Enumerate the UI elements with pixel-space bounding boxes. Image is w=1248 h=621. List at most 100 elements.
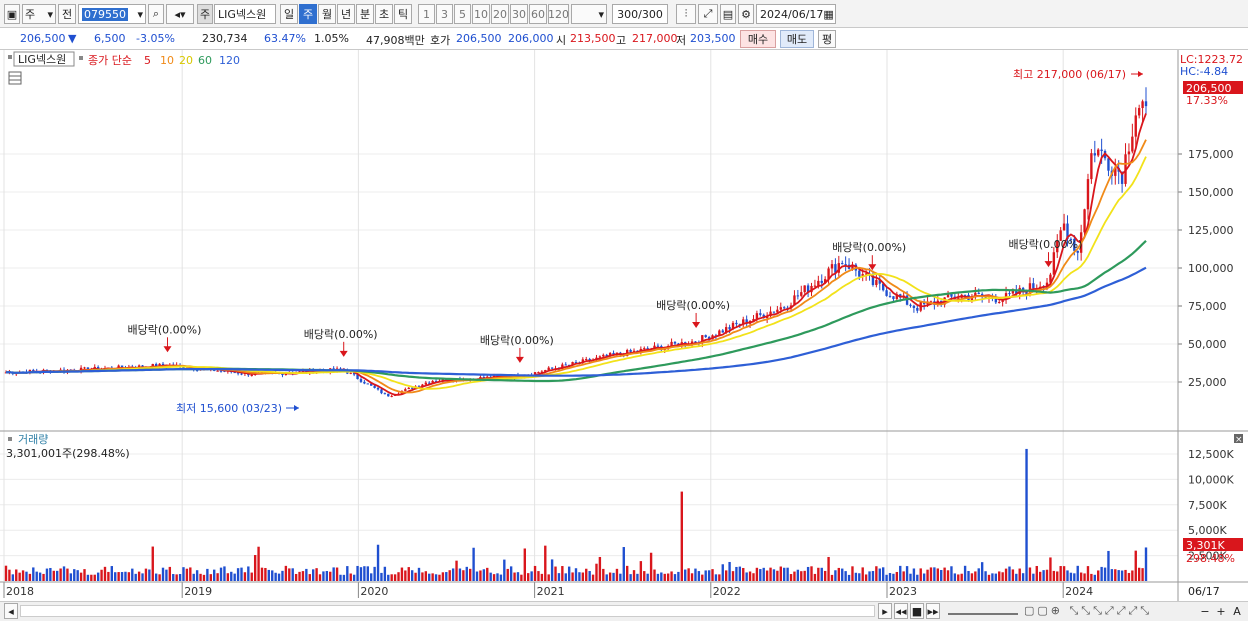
search-icon[interactable]: ⌕	[148, 4, 164, 24]
count-field[interactable]: 300/300	[612, 4, 668, 24]
dividend-label: 배당락(0.00%)	[656, 299, 730, 312]
candle-body	[994, 298, 998, 303]
volume-bar	[786, 567, 789, 581]
volume-bar	[311, 569, 315, 581]
scroll-left-icon[interactable]: ◂	[4, 603, 18, 619]
volume-bar	[1011, 569, 1015, 581]
buy-button[interactable]: 매수	[740, 30, 776, 48]
interval-tab-60[interactable]: 60	[529, 4, 547, 24]
volume-bar	[56, 570, 59, 581]
volume-bar	[561, 566, 564, 581]
volume-bar	[441, 572, 445, 581]
volume-bar	[38, 572, 42, 581]
volume-bar	[666, 573, 670, 581]
candle-icon[interactable]: ⫶	[676, 4, 696, 24]
table-icon[interactable]	[8, 71, 22, 85]
volume-bar	[591, 574, 595, 581]
candle-body	[359, 379, 363, 382]
cross-icon[interactable]: ⤢	[698, 4, 718, 24]
volume-bar	[735, 566, 738, 581]
volume-bar	[366, 566, 369, 581]
candle-body	[407, 387, 410, 390]
volume-bar	[1127, 572, 1131, 581]
volume-bar	[967, 570, 970, 581]
volume-bar	[400, 567, 404, 581]
candle-body	[1090, 153, 1093, 180]
volume-bar	[1110, 569, 1114, 581]
zoom-in-icon[interactable]: +	[1214, 603, 1228, 619]
layout-icon[interactable]: ▣	[4, 4, 20, 24]
zoom-slider[interactable]	[948, 607, 1018, 615]
calendar-icon: ▦	[823, 7, 834, 21]
market-select[interactable]: 주 ▾	[22, 4, 56, 24]
candle-body	[1144, 101, 1148, 107]
forward-icon[interactable]: ▸▸	[926, 603, 940, 619]
period-tab-5[interactable]: 초	[375, 4, 393, 24]
volume-bar	[1079, 572, 1083, 581]
gear-icon[interactable]: ⚙	[738, 4, 754, 24]
candle-body	[240, 373, 243, 375]
period-tab-4[interactable]: 분	[356, 4, 374, 24]
volume-bar	[950, 566, 953, 581]
interval-tab-10[interactable]: 10	[472, 4, 490, 24]
interval-tab-1[interactable]: 1	[418, 4, 435, 24]
volume-bar	[520, 574, 523, 581]
period-tab-1[interactable]: 주	[299, 4, 317, 24]
candle-body	[673, 341, 677, 344]
volume-bar	[899, 565, 902, 581]
auto-scale-icon[interactable]: A	[1230, 603, 1244, 619]
candle-body	[404, 389, 407, 392]
volume-bar	[605, 574, 608, 581]
zoom-out-icon[interactable]: −	[1198, 603, 1212, 619]
candle-body	[820, 280, 823, 283]
candle-body	[875, 280, 878, 285]
volume-bar	[49, 567, 52, 581]
code-input[interactable]: 079550 ▾	[78, 4, 146, 24]
volume-bar	[1100, 566, 1103, 581]
quote-row: 206,500 ▼ 6,500 -3.05% 230,734 63.47% 1.…	[0, 28, 1248, 50]
date-field[interactable]: 2024/06/17 ▦	[756, 4, 836, 24]
candle-body	[250, 374, 253, 376]
volume-bar	[533, 565, 537, 581]
period-tab-6[interactable]: 틱	[394, 4, 412, 24]
draw-tools-icon[interactable]: ▢▢⊕ ⤡⤡⤡⤢⤢⤢⤡	[1024, 604, 1152, 618]
volume-bar	[878, 568, 881, 581]
candle-body	[779, 307, 782, 310]
volume-bar	[571, 572, 574, 581]
interval-dropdown[interactable]: ▾	[571, 4, 607, 24]
volume-bar	[1018, 568, 1021, 581]
interval-tab-5[interactable]: 5	[454, 4, 471, 24]
period-tab-3[interactable]: 년	[337, 4, 355, 24]
save-icon[interactable]: ▤	[720, 4, 736, 24]
horizontal-scrollbar[interactable]	[20, 605, 875, 617]
interval-tab-120[interactable]: 120	[548, 4, 569, 24]
volume-bar	[247, 566, 250, 581]
volume-bar	[69, 573, 73, 581]
volume-bar	[1083, 573, 1086, 581]
interval-tab-20[interactable]: 20	[491, 4, 509, 24]
period-tab-0[interactable]: 일	[280, 4, 298, 24]
volume-bar	[4, 565, 8, 581]
candle-body	[585, 358, 588, 360]
stock-chart[interactable]: 배당락(0.00%) 배당락(0.00%) 배당락(0.00%) 배당락(0.00%)…	[0, 50, 1248, 601]
price-tick-label: 50,000	[1188, 338, 1227, 351]
interval-tab-30[interactable]: 30	[510, 4, 528, 24]
candle-body	[1097, 149, 1100, 156]
volume-bar	[199, 573, 202, 581]
period-tab-2[interactable]: 월	[318, 4, 336, 24]
volume-bar	[434, 574, 438, 581]
prev-button[interactable]: 전	[58, 4, 76, 24]
candle-body	[390, 395, 393, 397]
rewind-icon[interactable]: ◂◂	[894, 603, 908, 619]
volume-bar	[550, 559, 554, 581]
interval-tab-3[interactable]: 3	[436, 4, 453, 24]
candle-body	[219, 370, 223, 372]
candle-body	[803, 285, 806, 293]
sound-icon[interactable]: ◂▾	[166, 4, 194, 24]
volume-bar	[322, 571, 325, 581]
sell-button[interactable]: 매도	[780, 30, 814, 48]
stop-icon[interactable]: ■	[910, 603, 924, 619]
scroll-right-icon[interactable]: ▸	[878, 603, 892, 619]
volume-bar	[946, 570, 950, 581]
eval-button[interactable]: 평	[818, 30, 836, 48]
